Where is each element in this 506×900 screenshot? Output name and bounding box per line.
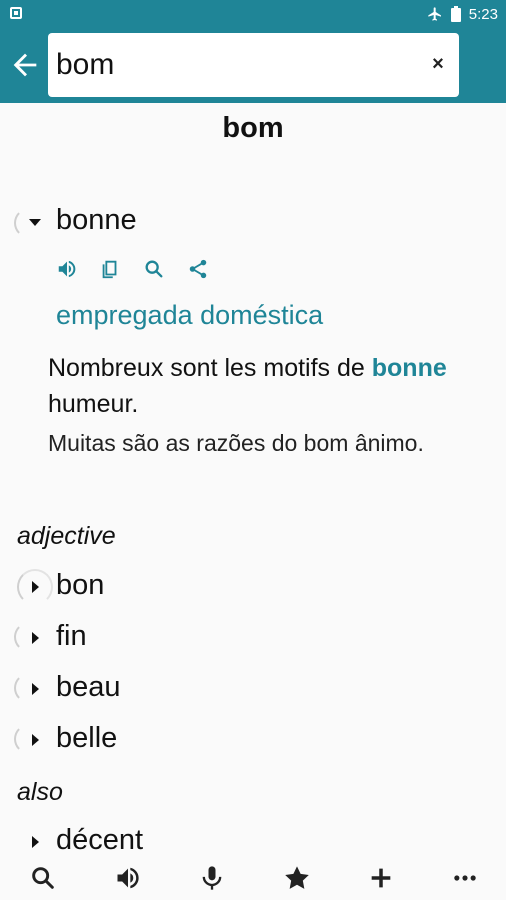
- expand-arrow-icon[interactable]: [32, 734, 39, 746]
- expand-arrow-icon[interactable]: [32, 836, 39, 848]
- search-icon: [32, 867, 54, 889]
- translation-link[interactable]: empregada doméstica: [56, 300, 323, 331]
- loading-indicator: [14, 673, 44, 703]
- search-icon: [145, 260, 163, 278]
- airplane-mode-icon: [428, 7, 441, 21]
- voice-input-button[interactable]: [198, 864, 226, 892]
- entry-bonne[interactable]: bonne: [0, 200, 506, 244]
- entry-belle[interactable]: belle: [0, 718, 506, 762]
- clock: 5:23: [468, 5, 498, 23]
- example-sentence-fr: Nombreux sont les motifs de bonne humeur…: [48, 350, 468, 422]
- back-button[interactable]: [8, 48, 42, 82]
- more-icon: [454, 875, 476, 881]
- arrow-left-icon: [13, 53, 37, 77]
- app-bar: ×: [0, 28, 506, 103]
- share-button[interactable]: [187, 258, 209, 280]
- loading-indicator: [14, 724, 44, 754]
- bottom-toolbar: [0, 856, 506, 900]
- speak-button[interactable]: [56, 258, 78, 280]
- microphone-icon: [202, 866, 222, 890]
- example-sentence-pt: Muitas são as razões do bom ânimo.: [48, 430, 424, 456]
- entry-word: beau: [56, 671, 121, 703]
- entry-word: bonne: [56, 204, 137, 236]
- more-button[interactable]: [451, 864, 479, 892]
- copy-button[interactable]: [99, 258, 121, 280]
- speaker-icon: [58, 260, 76, 278]
- headword-title: bom: [222, 112, 284, 144]
- search-box: ×: [48, 33, 459, 97]
- star-icon: [285, 866, 309, 889]
- search-entry-button[interactable]: [143, 258, 165, 280]
- plus-icon: [371, 868, 391, 888]
- pronounce-button[interactable]: [114, 864, 142, 892]
- clear-search-button[interactable]: ×: [427, 53, 449, 75]
- search-button[interactable]: [29, 864, 57, 892]
- close-icon: ×: [432, 53, 444, 75]
- section-label-also: also: [17, 778, 63, 806]
- section-label-adjective: adjective: [17, 522, 116, 550]
- entry-word: fin: [56, 620, 87, 652]
- status-icons: 5:23: [427, 4, 498, 24]
- copy-icon: [102, 260, 117, 279]
- entry-bon[interactable]: bon: [0, 565, 506, 609]
- share-icon: [189, 259, 207, 279]
- entry-word: bon: [56, 569, 105, 601]
- favorites-button[interactable]: [283, 864, 311, 892]
- expand-arrow-icon[interactable]: [32, 632, 39, 644]
- example-highlight: bonne: [371, 354, 447, 382]
- collapse-arrow-icon[interactable]: [29, 219, 41, 226]
- entry-word: belle: [56, 722, 118, 754]
- notification-icon: [10, 7, 22, 19]
- expand-arrow-icon[interactable]: [32, 683, 39, 695]
- battery-icon: [450, 6, 461, 22]
- add-button[interactable]: [367, 864, 395, 892]
- example-text: humeur.: [48, 390, 139, 418]
- entry-fin[interactable]: fin: [0, 616, 506, 660]
- status-bar: 5:23: [0, 0, 506, 28]
- example-text: Nombreux sont les motifs de: [48, 354, 372, 382]
- entry-word: décent: [56, 824, 144, 856]
- search-input[interactable]: [56, 45, 416, 85]
- loading-indicator: [14, 622, 44, 652]
- expand-arrow-icon[interactable]: [32, 581, 39, 593]
- entry-beau[interactable]: beau: [0, 667, 506, 711]
- speaker-icon: [117, 867, 139, 889]
